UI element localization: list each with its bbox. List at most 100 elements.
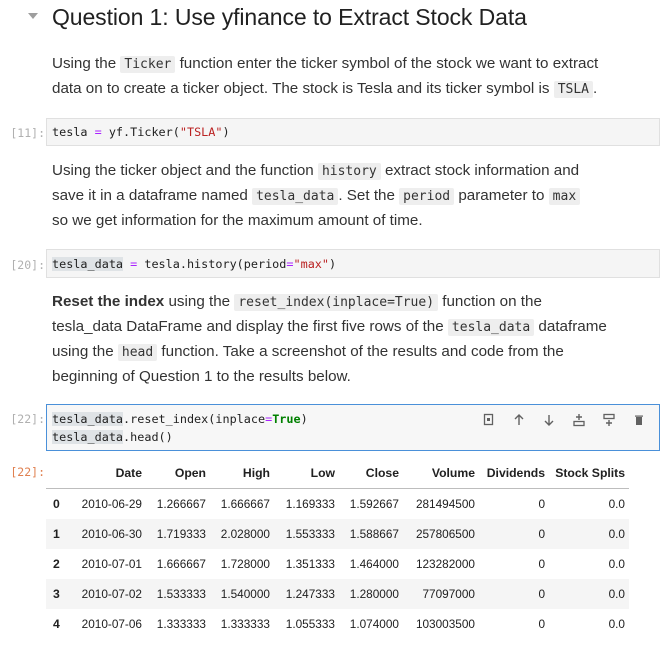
table-cell: 2.028000: [210, 519, 274, 549]
code-token: =: [286, 257, 294, 271]
column-header: Dividends: [479, 458, 549, 489]
table-header-row: Date Open High Low Close Volume Dividend…: [46, 458, 629, 489]
table-row: 2 2010-07-01 1.666667 1.728000 1.351333 1.464…: [46, 549, 629, 579]
table-cell: 1.333333: [156, 617, 206, 631]
duplicate-icon[interactable]: [479, 411, 499, 429]
md-text: data on to create a ticker object. The s…: [52, 80, 554, 97]
code-token: tesla_data: [52, 412, 124, 426]
table-cell: 0: [538, 617, 545, 631]
table-cell: 1.055333: [285, 617, 335, 631]
dataframe-output: Date Open High Low Close Volume Dividend…: [46, 458, 629, 639]
md-text: function. Take a screenshot of the resul…: [157, 343, 564, 360]
code-cell-20[interactable]: tesla_data = tesla.history(period="max"): [46, 249, 660, 278]
md-text: dataframe: [534, 318, 607, 335]
code-line: tesla = yf.Ticker("TSLA"): [52, 125, 230, 139]
cell-toolbar: [479, 411, 649, 429]
input-prompt: [11]:: [10, 126, 45, 140]
column-header: High: [210, 458, 274, 489]
table-cell: 2010-07-02: [68, 579, 146, 609]
inline-code: period: [399, 188, 455, 205]
md-text: function on the: [438, 293, 542, 310]
code-token: =: [87, 125, 109, 139]
code-token: .head(): [123, 430, 173, 444]
section-heading: Question 1: Use yfinance to Extract Stoc…: [52, 4, 527, 30]
code-token: True: [272, 412, 301, 426]
md-text: Using the: [52, 55, 121, 72]
md-text: so we get information for the maximum am…: [52, 212, 423, 229]
md-text: .: [593, 80, 598, 97]
md-text: save it in a dataframe named: [52, 187, 253, 204]
move-up-icon[interactable]: [509, 411, 529, 429]
md-text: parameter to: [454, 187, 549, 204]
md-text: extract stock information and: [380, 162, 580, 179]
collapse-caret-icon[interactable]: [28, 13, 38, 19]
move-down-icon[interactable]: [539, 411, 559, 429]
md-bold-text: Reset the index: [52, 293, 165, 310]
row-index: 0: [53, 497, 60, 511]
code-line: tesla_data.head(): [52, 430, 173, 444]
table-cell: 1.588667: [339, 519, 403, 549]
table-cell: 0: [538, 497, 545, 511]
table-cell: 257806500: [403, 519, 479, 549]
table-cell: 0: [479, 519, 549, 549]
inline-code: max: [548, 188, 581, 205]
column-header: [46, 458, 68, 489]
table-cell: 0.0: [549, 579, 629, 609]
table-cell: 2010-07-06: [81, 617, 142, 631]
code-token: "TSLA": [179, 125, 223, 139]
table-cell: 1.666667: [156, 557, 206, 571]
table-cell: 1.540000: [210, 579, 274, 609]
table-cell: 1.280000: [339, 579, 403, 609]
insert-below-icon[interactable]: [599, 411, 619, 429]
code-cell-11[interactable]: tesla = yf.Ticker("TSLA"): [46, 118, 660, 146]
column-header: Open: [146, 458, 210, 489]
table-row: 3 2010-07-02 1.533333 1.540000 1.247333 1.280…: [46, 579, 629, 609]
code-token: tesla: [52, 125, 88, 139]
table-cell: 1.464000: [349, 557, 399, 571]
row-index: 1: [46, 519, 68, 549]
table-cell: 0.0: [549, 519, 629, 549]
table-cell: 1.666667: [220, 497, 270, 511]
inline-code: Ticker: [120, 56, 176, 73]
column-header: Close: [339, 458, 403, 489]
code-token: yf.Ticker(: [108, 125, 180, 139]
table-cell: 2010-06-30: [68, 519, 146, 549]
table-cell: 2010-07-01: [81, 557, 142, 571]
table-cell: 1.169333: [285, 497, 335, 511]
table-cell: 1.592667: [349, 497, 399, 511]
row-index: 4: [53, 617, 60, 631]
table-cell: 1.247333: [274, 579, 339, 609]
md-text: tesla_data DataFrame and display the fir…: [52, 318, 448, 335]
table-cell: 1.728000: [220, 557, 270, 571]
markdown-cell-3: Reset the index using the reset_index(in…: [52, 290, 652, 389]
table-row: 0 2010-06-29 1.266667 1.666667 1.169333 1.592…: [46, 489, 629, 520]
table-cell: 1.533333: [146, 579, 210, 609]
table-cell: 1.719333: [146, 519, 210, 549]
column-header: Volume: [403, 458, 479, 489]
markdown-cell-1: Using the Ticker function enter the tick…: [52, 52, 652, 102]
column-header: Stock Splits: [549, 458, 629, 489]
code-token: tesla.history(period: [144, 257, 287, 271]
inline-code: head: [117, 344, 158, 361]
table-cell: 2010-06-29: [81, 497, 142, 511]
column-header: Low: [274, 458, 339, 489]
code-token: tesla_data: [52, 430, 124, 444]
delete-icon[interactable]: [629, 411, 649, 429]
md-text: . Set the: [338, 187, 400, 204]
insert-above-icon[interactable]: [569, 411, 589, 429]
inline-code: tesla_data: [252, 188, 339, 205]
table-cell: 1.351333: [285, 557, 335, 571]
inline-code: history: [317, 163, 381, 180]
code-token: "max": [293, 257, 330, 271]
md-text: using the: [164, 293, 235, 310]
row-index: 2: [53, 557, 60, 571]
table-cell: 0.0: [608, 557, 625, 571]
column-header: Date: [68, 458, 146, 489]
table-cell: 281494500: [415, 497, 475, 511]
code-cell-22[interactable]: tesla_data.reset_index(inplace=True) tes…: [46, 404, 660, 451]
table-cell: 0: [479, 579, 549, 609]
table-row: 1 2010-06-30 1.719333 2.028000 1.553333 1.588…: [46, 519, 629, 549]
input-prompt: [20]:: [10, 258, 45, 272]
table-cell: 1.333333: [220, 617, 270, 631]
code-token: ): [329, 257, 337, 271]
